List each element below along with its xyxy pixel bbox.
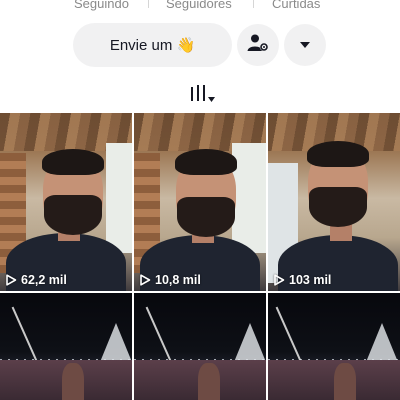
play-icon [6, 274, 17, 286]
play-icon [140, 274, 151, 286]
followers-label[interactable]: Seguidores [166, 0, 232, 11]
user-settings-button[interactable] [237, 24, 279, 66]
view-count: 103 mil [273, 273, 331, 287]
view-count: 62,2 mil [5, 273, 67, 287]
video-tile[interactable] [268, 293, 400, 400]
video-tile[interactable] [134, 293, 266, 400]
view-count-text: 103 mil [289, 273, 332, 287]
video-tile[interactable]: 10,8 mil [134, 113, 266, 291]
profile-tabs [0, 84, 400, 106]
video-tile[interactable] [0, 293, 132, 400]
following-label[interactable]: Seguindo [74, 0, 129, 11]
profile-stats-row: Seguindo Seguidores Curtidas [0, 0, 400, 12]
video-tile[interactable]: 62,2 mil [0, 113, 132, 291]
likes-label[interactable]: Curtidas [272, 0, 320, 11]
small-caret-icon [208, 89, 215, 107]
view-count: 10,8 mil [139, 273, 201, 287]
stat-divider [253, 0, 254, 8]
more-options-button[interactable] [284, 24, 326, 66]
caret-down-icon [299, 36, 311, 54]
play-icon [274, 274, 285, 286]
view-count-text: 10,8 mil [155, 273, 201, 287]
grid-lines-icon [189, 84, 207, 107]
user-gear-icon [247, 33, 269, 58]
video-tile[interactable]: 103 mil [268, 113, 400, 291]
profile-actions: Envie um 👋 [0, 23, 400, 67]
tab-videos[interactable] [189, 84, 219, 104]
stat-divider [148, 0, 149, 8]
message-button[interactable]: Envie um 👋 [73, 23, 232, 67]
message-button-label: Envie um 👋 [109, 37, 196, 54]
view-count-text: 62,2 mil [21, 273, 67, 287]
